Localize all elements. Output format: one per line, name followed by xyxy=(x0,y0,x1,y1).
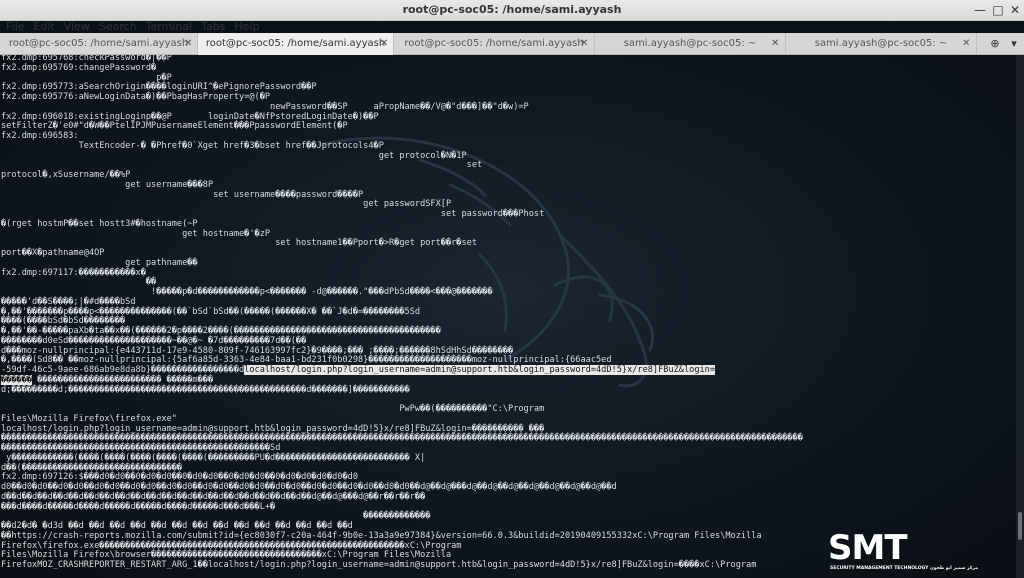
tab-2-active[interactable]: root@pc-soc05: /home/sami.ayyash xyxy=(198,33,394,56)
tab-bar: root@pc-soc05: /home/sami.ayyash ✕ root@… xyxy=(0,33,1024,56)
tab-label: sami.ayyash@pc-soc05: ~ xyxy=(814,38,948,49)
terminal-line: FirefoxMOZ_CRASHREPORTER_RESTART_ARG_1��… xyxy=(1,560,757,570)
tab-menu-chevron-down-icon[interactable]: ▾ xyxy=(1005,33,1023,54)
tab-label: root@pc-soc05: /home/sami.ayyash xyxy=(205,38,386,49)
tab-close-icon[interactable]: ✕ xyxy=(184,33,192,54)
scrollbar-thumb[interactable] xyxy=(1018,512,1022,540)
smt-logo: SMT SECURITY MANAGEMENT TECHNOLOGY مركز … xyxy=(828,528,978,578)
terminal-line-prefix: -59df-46c5-9aee-686ab9e8da8b}�����������… xyxy=(1,365,245,375)
tab-5[interactable]: sami.ayyash@pc-soc05: ~ xyxy=(786,33,977,54)
smt-logo-subtitle: SECURITY MANAGEMENT TECHNOLOGY مركز سمير… xyxy=(830,566,978,571)
selected-credentials-text[interactable]: localhost/login.php?login_username=admin… xyxy=(244,365,716,375)
tab-4[interactable]: sami.ayyash@pc-soc05: ~ xyxy=(595,33,786,54)
tab-label: root@pc-soc05: /home/sami.ayyash xyxy=(8,38,189,49)
tab-close-icon[interactable]: ✕ xyxy=(380,33,388,54)
tab-close-icon[interactable]: ✕ xyxy=(580,33,588,54)
smt-logo-text: SMT xyxy=(828,528,908,568)
tab-1[interactable]: root@pc-soc05: /home/sami.ayyash xyxy=(0,33,198,54)
tab-close-icon[interactable]: ✕ xyxy=(962,33,970,54)
selected-text-continuation[interactable]: ������ xyxy=(1,374,33,385)
menu-bar: File Edit View Search Terminal Tabs Help xyxy=(0,15,1024,33)
tab-3[interactable]: root@pc-soc05: /home/sami.ayyash xyxy=(394,33,595,54)
terminal-output: fx2.dmp:695768:checkPassword�|��P fx2.dmp… xyxy=(1,55,803,571)
scrollbar[interactable] xyxy=(1016,55,1024,578)
terminal-line: set hostname1��Pport�>R�get port��r�set xyxy=(1,238,477,249)
terminal-line-rest: ������������������������ �����m��� xyxy=(32,374,214,385)
new-tab-icon[interactable]: ⊕ xyxy=(986,33,1004,54)
tab-label: sami.ayyash@pc-soc05: ~ xyxy=(623,38,757,49)
terminal-view[interactable]: fx2.dmp:695768:checkPassword�|��P fx2.dmp… xyxy=(0,55,1016,578)
tab-label: root@pc-soc05: /home/sami.ayyash xyxy=(404,38,584,49)
tab-close-icon[interactable]: ✕ xyxy=(771,33,779,54)
terminal-line: d;���������d;���������������������������… xyxy=(1,384,410,395)
terminal-line: setFilterZ�'e0#"d�W��PtelIPJMPusernameEl… xyxy=(1,121,348,132)
